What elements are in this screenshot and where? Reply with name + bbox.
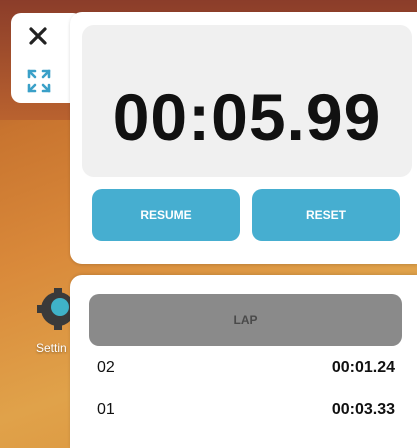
lap-time: 00:01.24: [331, 359, 395, 376]
time-display-panel: 00:05.99: [82, 25, 412, 177]
lap-button[interactable]: LAP: [89, 294, 402, 346]
lap-index: 02: [97, 359, 115, 376]
elapsed-time: 00:05.99: [112, 80, 382, 154]
reset-button[interactable]: RESET: [252, 189, 400, 241]
lap-time: 00:03.33: [331, 401, 395, 418]
resume-button[interactable]: RESUME: [92, 189, 240, 241]
lap-card: LAP 02 00:01.24 01 00:03.33: [70, 275, 417, 448]
desktop-label-settings: Settin: [36, 341, 67, 355]
lap-row: 02 00:01.24: [97, 359, 395, 383]
expand-icon[interactable]: [26, 68, 52, 94]
lap-index: 01: [97, 401, 115, 418]
stopwatch-card: 00:05.99 RESUME RESET: [70, 12, 417, 264]
close-icon[interactable]: [27, 25, 49, 47]
lap-row: 01 00:03.33: [97, 401, 395, 425]
